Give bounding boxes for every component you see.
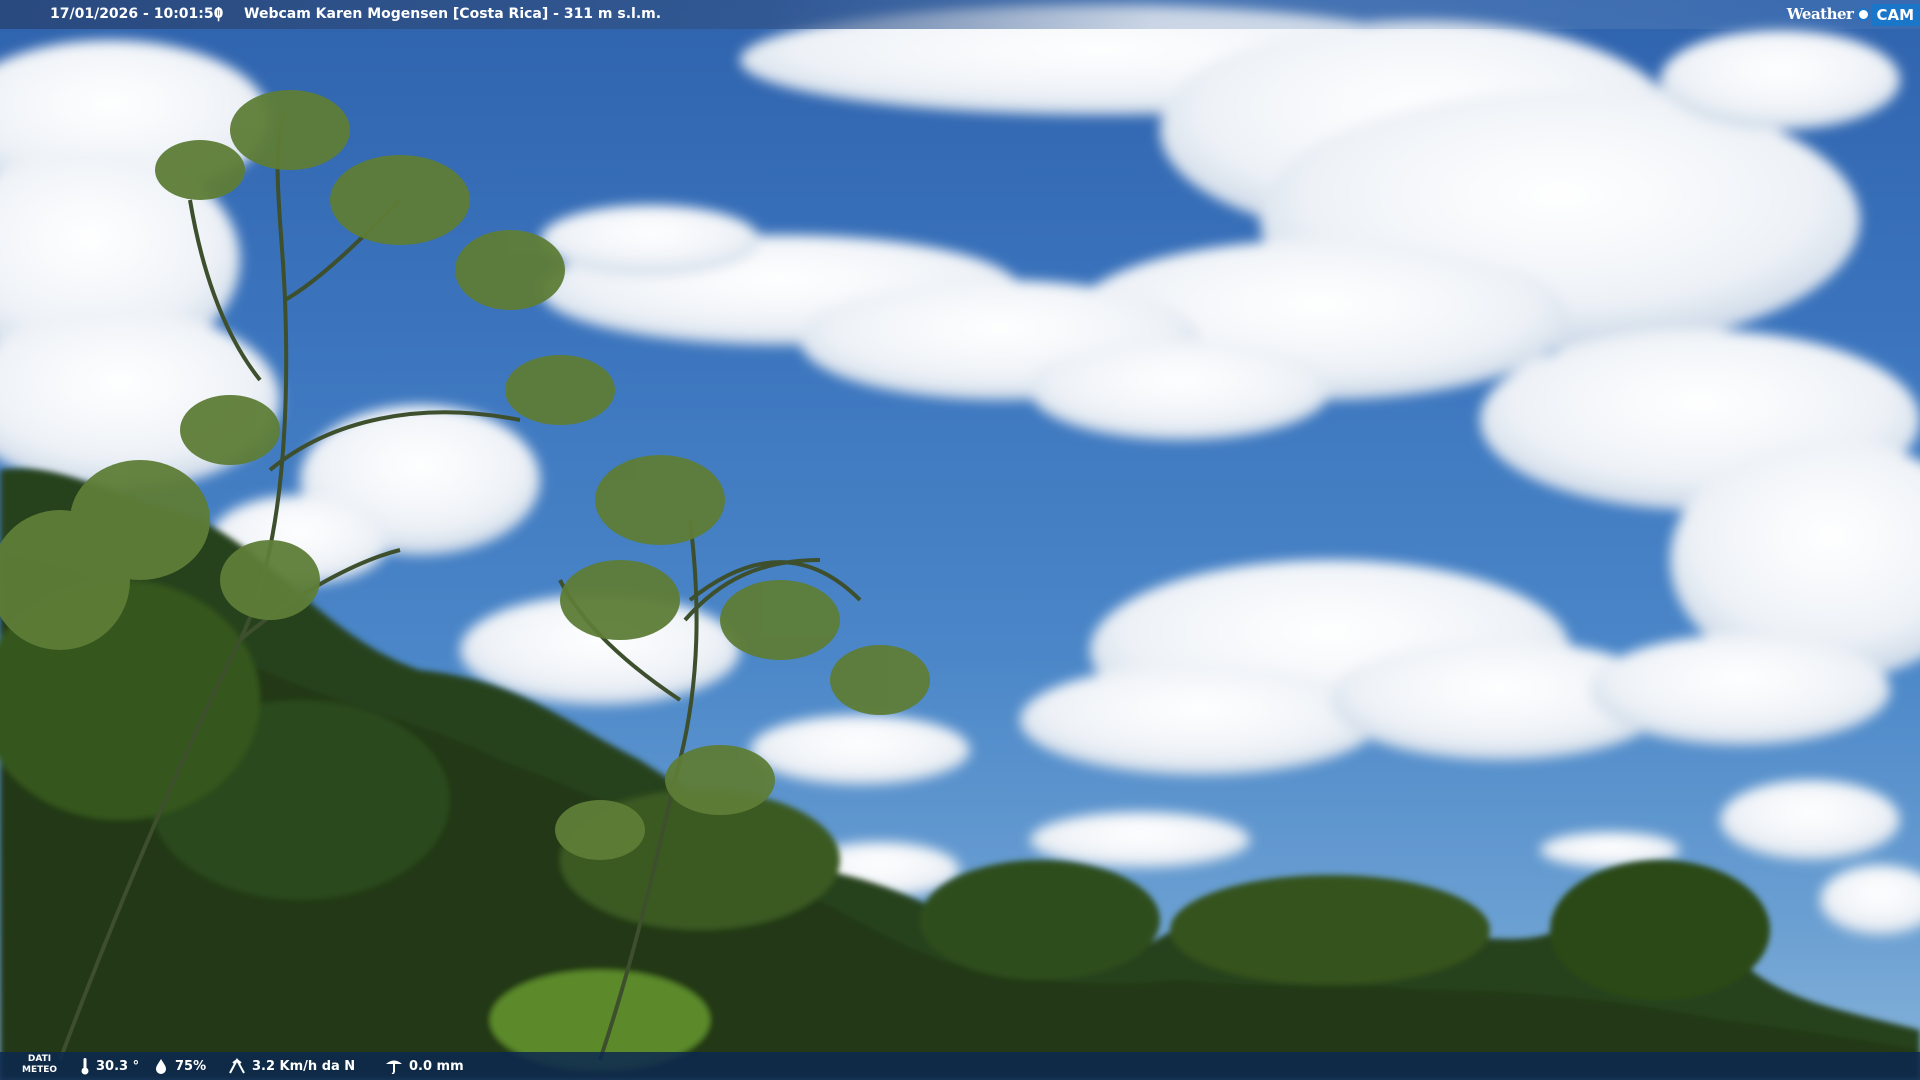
rain-value: 0.0 mm bbox=[409, 1058, 464, 1074]
webcam-scene-image bbox=[0, 5, 1920, 1080]
timestamp: 17/01/2026 - 10:01:50 bbox=[50, 6, 224, 22]
rain-gauge-icon bbox=[386, 1060, 402, 1074]
separator: | bbox=[216, 6, 222, 22]
temperature-value: 30.3 ° bbox=[96, 1058, 140, 1074]
meteo-data-label: DATI METEO bbox=[22, 1054, 57, 1076]
logo-text-cam: CAM bbox=[1872, 3, 1920, 26]
rain-reading: 0.0 mm bbox=[385, 1052, 464, 1080]
temperature-reading: 30.3 ° bbox=[80, 1052, 139, 1080]
webcam-frame: 17/01/2026 - 10:01:50 | Webcam Karen Mog… bbox=[0, 0, 1920, 1080]
logo-dot-icon bbox=[1857, 8, 1871, 21]
humidity-value: 75% bbox=[175, 1058, 207, 1074]
wind-reading: 3.2 Km/h da N bbox=[228, 1052, 355, 1080]
wind-icon bbox=[229, 1057, 245, 1074]
thermometer-icon bbox=[81, 1058, 89, 1075]
meteo-label-line2: METEO bbox=[22, 1065, 58, 1075]
camera-title: Webcam Karen Mogensen [Costa Rica] - 311… bbox=[244, 6, 662, 22]
top-info-bar: 17/01/2026 - 10:01:50 | Webcam Karen Mog… bbox=[0, 0, 1920, 29]
meteo-label-line1: DATI bbox=[27, 1054, 52, 1064]
weathercam-logo: Weather CAM bbox=[1787, 0, 1920, 29]
humidity-drop-icon bbox=[156, 1059, 166, 1074]
weather-data-bar: DATI METEO 30.3 ° 75% 3.2 Km/h da N 0.0 … bbox=[0, 1052, 1920, 1080]
logo-text-weather: Weather bbox=[1786, 5, 1854, 23]
humidity-reading: 75% bbox=[153, 1052, 206, 1080]
wind-value: 3.2 Km/h da N bbox=[252, 1058, 356, 1074]
